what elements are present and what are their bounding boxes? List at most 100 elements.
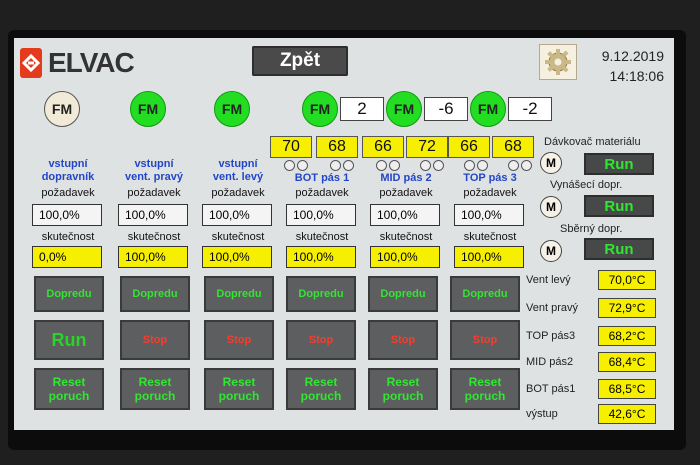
direction-button-1[interactable]: Dopredu xyxy=(34,276,104,312)
column-title-1: vstupní dopravník xyxy=(28,158,108,184)
stop-button-6[interactable]: Stop xyxy=(450,320,520,360)
temp-value-3: 68,2°C xyxy=(598,326,656,346)
fm-indicator-3[interactable]: FM xyxy=(214,91,250,127)
column-title-line2: vent. pravý xyxy=(124,171,184,183)
reset-button-2[interactable]: Reset poruch xyxy=(120,368,190,410)
reset-line1: Reset xyxy=(52,375,86,389)
run-button-1[interactable]: Run xyxy=(34,320,104,360)
machine-mode-button-1[interactable]: M xyxy=(540,152,562,174)
column-title-line1: vstupní xyxy=(134,158,174,170)
status-dot xyxy=(521,160,532,171)
back-button[interactable]: Zpět xyxy=(252,46,348,76)
stop-button-4[interactable]: Stop xyxy=(286,320,356,360)
setpoint-label-3: požadavek xyxy=(211,187,265,199)
column-title-line1: BOT pás 1 xyxy=(294,172,350,184)
status-dot xyxy=(376,160,387,171)
temp-label-5: BOT pás1 xyxy=(526,383,576,395)
machine-mode-button-3[interactable]: M xyxy=(540,240,562,262)
direction-button-2[interactable]: Dopredu xyxy=(120,276,190,312)
setpoint-input-2[interactable]: 100,0% xyxy=(118,204,188,226)
reset-line1: Reset xyxy=(304,375,338,389)
reset-button-4[interactable]: Reset poruch xyxy=(286,368,356,410)
fm-offset-value-3[interactable]: -2 xyxy=(508,97,552,121)
machine-mode-button-2[interactable]: M xyxy=(540,196,562,218)
status-dots-4 xyxy=(420,160,444,171)
fm-indicator-4[interactable]: FM xyxy=(302,91,338,127)
column-title-line1: TOP pás 3 xyxy=(463,172,517,184)
actual-value-1: 0,0% xyxy=(32,246,102,268)
reset-line2: poruch xyxy=(300,389,342,403)
machine-run-button-1[interactable]: Run xyxy=(584,153,654,175)
machine-run-button-3[interactable]: Run xyxy=(584,238,654,260)
status-dot xyxy=(330,160,341,171)
actual-value-3: 100,0% xyxy=(202,246,272,268)
column-title-5: MID pás 2 xyxy=(366,172,446,185)
reset-line2: poruch xyxy=(134,389,176,403)
direction-button-3[interactable]: Dopredu xyxy=(204,276,274,312)
status-dot xyxy=(343,160,354,171)
actual-value-5: 100,0% xyxy=(370,246,440,268)
fm-offset-value-1[interactable]: 2 xyxy=(340,97,384,121)
actual-label-6: skutečnost xyxy=(463,231,517,243)
column-title-line2: dopravník xyxy=(41,171,95,183)
datetime-display: 9.12.2019 14:18:06 xyxy=(602,46,664,86)
hmi-screen: ELVAC Zpět 9.12.2019 14:18:06 FM FM FM F… xyxy=(14,38,674,430)
elvac-logo: ELVAC xyxy=(20,46,135,80)
fm-indicator-5[interactable]: FM xyxy=(386,91,422,127)
status-dot xyxy=(508,160,519,171)
actual-label-2: skutečnost xyxy=(127,231,181,243)
fm-offset-value-2[interactable]: -6 xyxy=(424,97,468,121)
status-dots-3 xyxy=(376,160,400,171)
stop-button-2[interactable]: Stop xyxy=(120,320,190,360)
temp-label-4: MID pás2 xyxy=(526,356,574,368)
setpoint-input-4[interactable]: 100,0% xyxy=(286,204,356,226)
setpoint-input-1[interactable]: 100,0% xyxy=(32,204,102,226)
reset-line1: Reset xyxy=(222,375,256,389)
stop-button-3[interactable]: Stop xyxy=(204,320,274,360)
actual-label-3: skutečnost xyxy=(211,231,265,243)
reset-line2: poruch xyxy=(218,389,260,403)
temp-label-1: Vent levý xyxy=(526,274,571,286)
status-dot xyxy=(464,160,475,171)
column-title-2: vstupní vent. pravý xyxy=(114,158,194,184)
elvac-logo-icon xyxy=(20,48,42,78)
reset-line2: poruch xyxy=(382,389,424,403)
fm-indicator-6[interactable]: FM xyxy=(470,91,506,127)
setpoint-input-6[interactable]: 100,0% xyxy=(454,204,524,226)
reset-button-6[interactable]: Reset poruch xyxy=(450,368,520,410)
setpoint-input-5[interactable]: 100,0% xyxy=(370,204,440,226)
status-dots-6 xyxy=(508,160,532,171)
temp-value-6: 42,6°C xyxy=(598,404,656,424)
reset-button-1[interactable]: Reset poruch xyxy=(34,368,104,410)
machine-name-1: Dávkovač materiálu xyxy=(544,136,641,148)
fm-indicator-2[interactable]: FM xyxy=(130,91,166,127)
actual-label-5: skutečnost xyxy=(379,231,433,243)
reset-button-3[interactable]: Reset poruch xyxy=(204,368,274,410)
temp-value-1: 70,0°C xyxy=(598,270,656,290)
date-text: 9.12.2019 xyxy=(601,48,664,64)
direction-button-5[interactable]: Dopredu xyxy=(368,276,438,312)
direction-button-6[interactable]: Dopredu xyxy=(450,276,520,312)
stop-button-5[interactable]: Stop xyxy=(368,320,438,360)
setpoint-input-3[interactable]: 100,0% xyxy=(202,204,272,226)
temp-label-6: výstup xyxy=(526,408,558,420)
direction-button-4[interactable]: Dopredu xyxy=(286,276,356,312)
fm-indicator-1[interactable]: FM xyxy=(44,91,80,127)
time-text: 14:18:06 xyxy=(609,68,665,84)
status-dots-2 xyxy=(330,160,354,171)
actual-value-6: 100,0% xyxy=(454,246,524,268)
status-dot xyxy=(284,160,295,171)
status-dot xyxy=(477,160,488,171)
reset-button-5[interactable]: Reset poruch xyxy=(368,368,438,410)
gear-icon[interactable] xyxy=(539,44,577,80)
machine-name-3: Sběrný dopr. xyxy=(560,223,623,235)
status-dots-5 xyxy=(464,160,488,171)
reset-line2: poruch xyxy=(464,389,506,403)
machine-run-button-2[interactable]: Run xyxy=(584,195,654,217)
zone-temp-3a: 66 xyxy=(448,136,490,158)
column-title-4: BOT pás 1 xyxy=(282,172,362,185)
status-dot xyxy=(420,160,431,171)
column-title-line2: vent. levý xyxy=(212,171,264,183)
actual-label-4: skutečnost xyxy=(295,231,349,243)
zone-temp-1a: 70 xyxy=(270,136,312,158)
